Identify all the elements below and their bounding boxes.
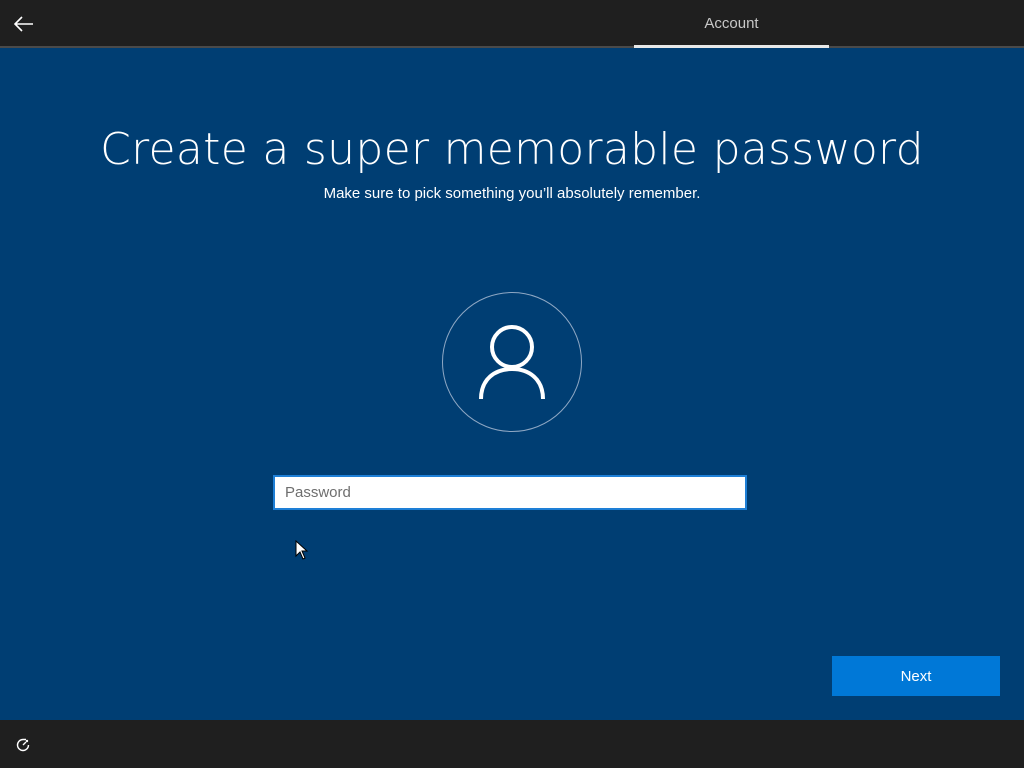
next-button[interactable]: Next: [832, 656, 1000, 696]
page-subtitle: Make sure to pick something you’ll absol…: [323, 185, 701, 202]
page-title: Create a super memorable password: [100, 124, 924, 175]
ease-of-access-icon: [16, 738, 30, 752]
user-icon: [479, 325, 545, 400]
ease-of-access-button[interactable]: [12, 734, 34, 756]
arrow-left-icon: [14, 16, 33, 32]
avatar: [442, 292, 582, 432]
tab-active-indicator: [634, 45, 829, 48]
tab-account[interactable]: Account: [634, 0, 829, 46]
mouse-pointer-icon: [295, 540, 309, 560]
bottom-bar: [0, 720, 1024, 768]
password-input[interactable]: [273, 475, 747, 510]
top-bar: Account: [0, 0, 1024, 48]
back-button[interactable]: [10, 10, 38, 38]
